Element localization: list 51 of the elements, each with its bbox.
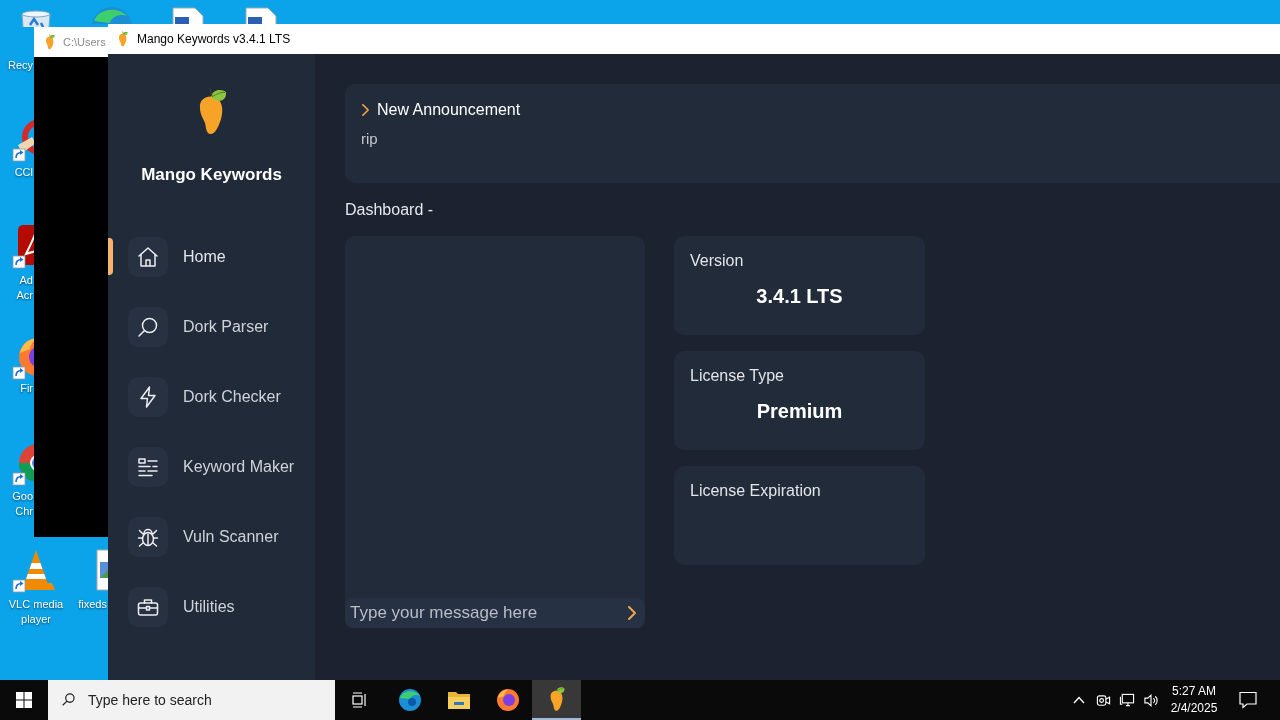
desktop-icon-label: Fir — [19, 381, 33, 396]
announcement-title: New Announcement — [377, 100, 521, 120]
browser-icon — [397, 688, 422, 712]
desktop-icon-label: fixeds — [77, 597, 107, 612]
home-icon — [128, 237, 168, 277]
nav-item[interactable]: Utilities — [128, 587, 235, 627]
nav-item[interactable]: Dork Checker — [128, 377, 281, 417]
bug-icon — [128, 517, 168, 557]
browser-icon — [495, 688, 520, 712]
desktop-icon-label: Ad Acr — [15, 273, 33, 303]
chevron-right-icon — [627, 605, 637, 621]
taskbar-search-field[interactable]: Type here to search — [48, 680, 335, 720]
message-field[interactable]: Type your message here — [345, 598, 645, 628]
window-title: C:\Users — [63, 34, 106, 50]
announcement-body: rip — [361, 130, 378, 148]
desktop-icon-label: Goo Chr — [11, 489, 33, 519]
brand-name: Mango Keywords — [141, 165, 282, 185]
chevron-up-icon — [1073, 696, 1085, 704]
chevron-right-icon — [361, 103, 370, 117]
section-heading: Dashboard - — [345, 200, 434, 220]
folder-icon — [446, 690, 471, 710]
mango-icon — [45, 34, 55, 50]
card-value: 3.4.1 LTS — [756, 284, 843, 308]
nav-item[interactable]: Home — [128, 237, 226, 277]
network-icon — [1119, 692, 1135, 708]
lightning-icon — [128, 377, 168, 417]
window-title: Mango Keywords v3.4.1 LTS — [137, 31, 291, 48]
speaker-icon — [1143, 692, 1159, 708]
nav-item[interactable]: Dork Parser — [128, 307, 269, 347]
card-value: Premium — [756, 399, 843, 423]
nav-item[interactable]: Keyword Maker — [128, 447, 295, 487]
search-icon — [128, 307, 168, 347]
clock[interactable]: 5:27 AM 2/4/2025 — [1163, 680, 1225, 720]
desktop-icon-label: VLC media player — [7, 597, 65, 627]
mango-icon — [118, 31, 128, 47]
desktop-icon-label: CCl — [13, 165, 33, 180]
notifications-icon — [1238, 691, 1257, 709]
nav-item[interactable]: Vuln Scanner — [128, 517, 279, 557]
text-lines-icon — [128, 447, 168, 487]
send-button[interactable] — [625, 603, 639, 623]
card-label: License Type — [690, 367, 784, 385]
card-label: License Expiration — [690, 482, 821, 500]
camera-icon — [1095, 692, 1111, 708]
mango-icon — [548, 686, 565, 712]
search-icon — [62, 693, 75, 706]
card-label: Version — [690, 252, 744, 270]
taskbar-app-button[interactable] — [532, 680, 581, 720]
windows-logo-icon — [16, 692, 32, 708]
toolbox-icon — [128, 587, 168, 627]
task-view-icon — [352, 692, 368, 708]
desktop-icon-label: Recy — [6, 58, 33, 73]
